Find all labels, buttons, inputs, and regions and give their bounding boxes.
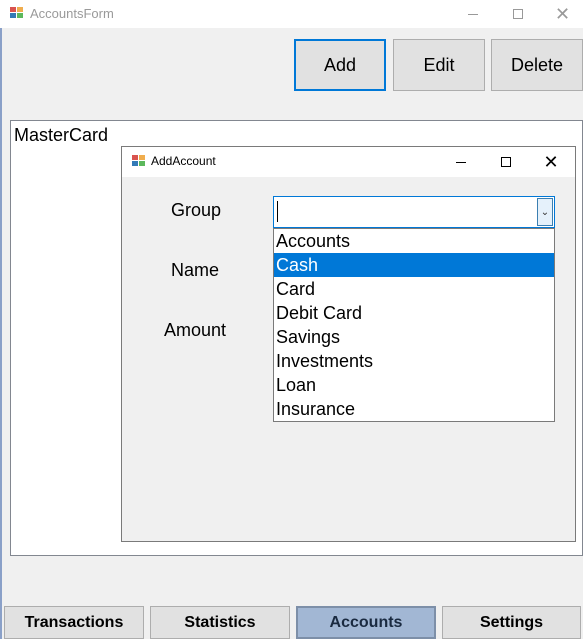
dropdown-option-accounts[interactable]: Accounts (274, 229, 554, 253)
group-combobox[interactable] (273, 196, 555, 228)
dropdown-option-savings[interactable]: Savings (274, 325, 554, 349)
dialog-title: AddAccount (151, 154, 216, 168)
app-icon (10, 7, 24, 19)
dialog-minimize-button[interactable] (438, 147, 484, 177)
dialog-app-icon (132, 155, 146, 167)
tab-settings[interactable]: Settings (442, 606, 581, 639)
window-border (0, 28, 2, 639)
tab-transactions[interactable]: Transactions (4, 606, 144, 639)
chevron-down-icon: ⌄ (540, 206, 550, 218)
dropdown-option-card[interactable]: Card (274, 277, 554, 301)
minimize-icon (467, 13, 478, 15)
minimize-icon (456, 161, 466, 163)
tab-statistics[interactable]: Statistics (150, 606, 290, 639)
close-icon: ✕ (554, 4, 571, 24)
dropdown-button[interactable]: ⌄ (537, 198, 553, 226)
text-caret (277, 201, 278, 222)
dropdown-option-debit-card[interactable]: Debit Card (274, 301, 554, 325)
minimize-button[interactable] (450, 0, 495, 28)
close-button[interactable]: ✕ (540, 0, 583, 28)
dialog-close-button[interactable]: ✕ (528, 147, 574, 177)
maximize-icon (501, 157, 511, 167)
add-button[interactable]: Add (294, 39, 386, 91)
dropdown-option-insurance[interactable]: Insurance (274, 397, 554, 421)
close-icon: ✕ (543, 152, 559, 172)
delete-button[interactable]: Delete (491, 39, 583, 91)
group-label: Group (171, 200, 222, 220)
edit-button[interactable]: Edit (393, 39, 485, 91)
dialog-maximize-button[interactable] (483, 147, 529, 177)
amount-label: Amount (164, 320, 227, 340)
name-label: Name (171, 260, 220, 280)
dropdown-option-loan[interactable]: Loan (274, 373, 554, 397)
window-title: AccountsForm (30, 6, 114, 21)
tab-accounts[interactable]: Accounts (296, 606, 436, 639)
dropdown-option-cash[interactable]: Cash (274, 253, 554, 277)
dropdown-option-investments[interactable]: Investments (274, 349, 554, 373)
list-item[interactable]: MasterCard (14, 125, 108, 146)
maximize-icon (512, 9, 523, 19)
maximize-button[interactable] (495, 0, 540, 28)
